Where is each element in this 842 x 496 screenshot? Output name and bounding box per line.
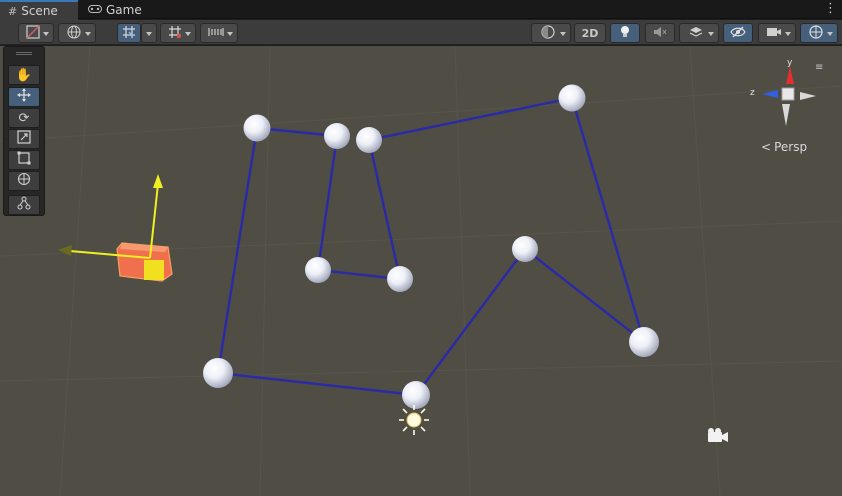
scene-camera-icon[interactable] (708, 428, 728, 442)
perspective-chevron-icon: < (761, 140, 772, 154)
custom-tool-button[interactable] (8, 195, 40, 215)
grid-snap-dropdown[interactable] (141, 23, 157, 43)
gizmo-globe-icon (809, 25, 823, 41)
rect-tool-button[interactable] (8, 150, 40, 170)
projection-toggle[interactable]: < Persp (761, 140, 807, 154)
shaded-sphere-icon (541, 25, 555, 41)
waypoint-spheres[interactable] (203, 84, 659, 410)
rotate-icon: ⟳ (18, 110, 30, 126)
tab-game[interactable]: Game (80, 0, 150, 19)
waypoint-sphere (387, 266, 413, 292)
effects-dropdown[interactable] (679, 23, 719, 43)
hand-tool-button[interactable]: ✋ (8, 65, 40, 85)
tab-bar: # Scene Game ⋮ (0, 0, 842, 20)
waypoint-sphere (324, 123, 350, 149)
waypoint-sphere (512, 236, 538, 262)
move-tool-button[interactable] (8, 87, 40, 107)
grid-visibility-dropdown[interactable] (160, 23, 196, 43)
waypoint-sphere (558, 84, 586, 112)
waypoint-sphere (356, 127, 382, 153)
transform-icon (17, 172, 31, 190)
toggle-2d-button[interactable]: 2D (574, 23, 606, 43)
waypoint-sphere (203, 358, 233, 388)
y-axis-cone (786, 66, 794, 84)
z-axis-label: z (750, 88, 755, 98)
camera-settings-dropdown[interactable] (758, 23, 796, 43)
increment-snap-dropdown[interactable] (200, 23, 238, 43)
tool-palette: ✋ ⟳ (3, 46, 45, 216)
layers-icon (689, 25, 703, 41)
waypoint-sphere (305, 257, 331, 283)
speaker-muted-icon (653, 26, 667, 41)
draw-shaded-dropdown[interactable] (531, 23, 571, 43)
grid-icon (168, 25, 182, 41)
transform-tool-button[interactable] (8, 171, 40, 191)
audio-toggle-button[interactable] (645, 23, 675, 43)
rotate-tool-button[interactable]: ⟳ (8, 108, 40, 128)
camera-icon (766, 26, 782, 40)
globe-icon (67, 25, 81, 41)
projection-label: Persp (774, 140, 808, 154)
scene-viewport[interactable] (0, 46, 842, 496)
gizmo-menu-icon[interactable]: ≡ (815, 62, 823, 73)
waypoint-sphere (243, 114, 271, 142)
ruler-icon (208, 26, 224, 40)
scene-toolbar: 2D (0, 20, 842, 45)
move-arrows-icon (17, 88, 31, 106)
tab-scene[interactable]: # Scene (0, 0, 78, 20)
x-axis-cone (800, 92, 816, 100)
selected-cube[interactable] (116, 242, 173, 282)
more-options-icon[interactable]: ⋮ (824, 1, 837, 16)
lightbulb-icon (619, 25, 631, 42)
draw-mode-dropdown[interactable] (18, 23, 54, 43)
rect-transform-icon (17, 151, 31, 169)
grid-icon: # (8, 4, 18, 18)
scene-canvas[interactable] (0, 46, 842, 496)
scale-icon (17, 130, 31, 148)
tab-label: Game (106, 2, 142, 17)
waypoint-sphere (629, 327, 659, 357)
directional-light-icon[interactable] (399, 405, 429, 435)
lighting-toggle-button[interactable] (610, 23, 640, 43)
grid-snap-icon (122, 25, 136, 42)
gizmo-center-cube (781, 87, 795, 101)
scene-visibility-button[interactable] (723, 23, 753, 43)
waypoint-path (216, 96, 647, 397)
eye-slash-icon (730, 26, 746, 41)
gamepad-icon (88, 3, 102, 16)
scale-tool-button[interactable] (8, 129, 40, 149)
neg-y-axis-cone (782, 104, 790, 126)
shading-mode-icon (26, 25, 40, 41)
palette-drag-handle[interactable] (16, 52, 32, 55)
y-axis-label: y (787, 58, 793, 68)
view-options-dropdown[interactable] (58, 23, 96, 43)
gizmos-dropdown[interactable] (800, 23, 838, 43)
path-nodes-icon (17, 196, 31, 214)
waypoint-sphere (402, 381, 430, 409)
z-axis-cone (762, 90, 778, 98)
grid-snap-button[interactable] (117, 23, 141, 43)
tab-label: Scene (21, 4, 58, 18)
hand-icon: ✋ (15, 67, 33, 83)
